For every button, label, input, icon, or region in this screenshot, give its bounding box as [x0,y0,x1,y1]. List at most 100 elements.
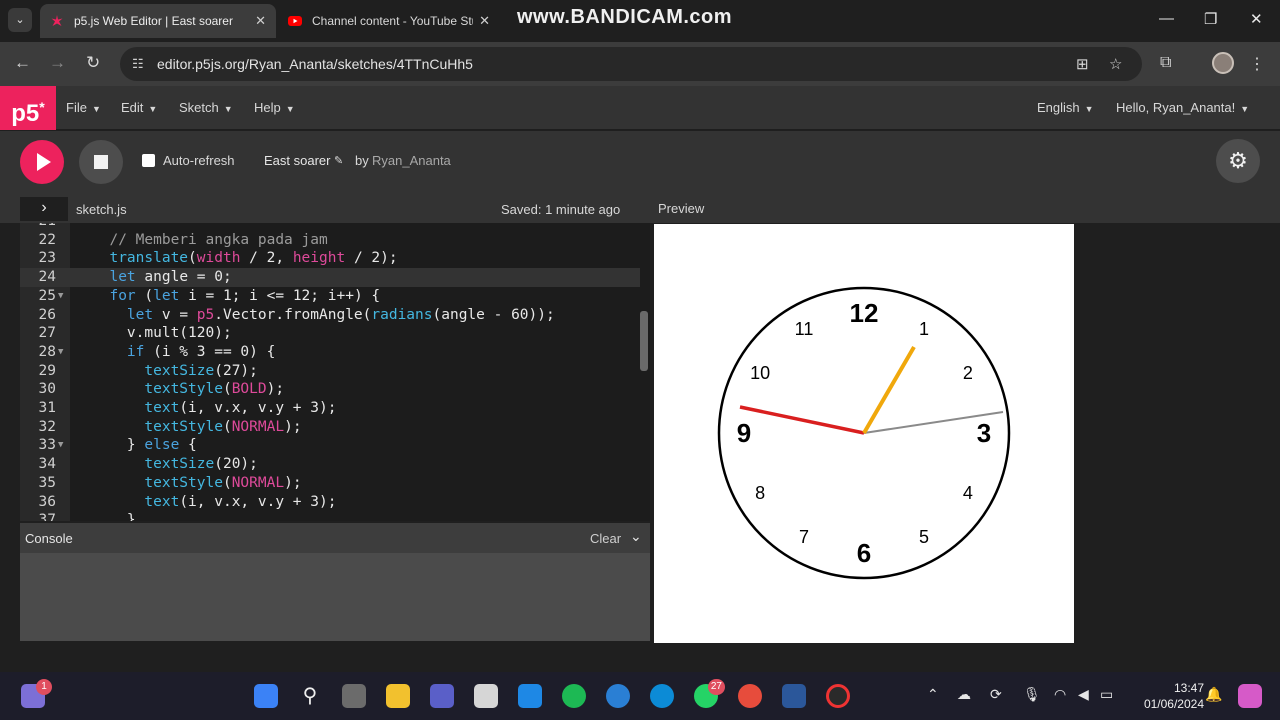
restore-icon[interactable]: ❐ [1204,10,1217,28]
url-text[interactable]: editor.p5js.org/Ryan_Ananta/sketches/4TT… [157,56,473,72]
language-label: English [1037,100,1080,115]
profile-avatar[interactable] [1212,52,1234,74]
code-line[interactable]: 34 textSize(20); [20,455,640,474]
clock-number-9: 9 [737,418,751,448]
spotify-icon[interactable] [562,684,586,708]
sidebar-expand-chevron-icon[interactable]: › [20,197,68,221]
code-text: textSize(20); [144,456,258,473]
reload-icon[interactable]: ↻ [86,53,100,73]
menu-file[interactable]: File ▼ [66,100,101,115]
code-line[interactable]: 30 textStyle(BOLD); [20,380,640,399]
search-icon[interactable]: ⚲ [298,684,322,708]
mail-app-icon[interactable]: 1 [21,679,52,708]
preview-canvas[interactable]: 12 1 2 3 4 5 6 7 8 9 10 11 [654,224,1074,643]
console-output [20,553,650,641]
console-clear-button[interactable]: Clear [590,531,621,546]
collapse-chevron-icon[interactable]: ⌄ [630,528,642,545]
tray-overflow-chevron-icon[interactable]: ⌃ [927,686,939,703]
code-line[interactable]: 28 ▼ if (i % 3 == 0) { [20,343,640,362]
clock-number-4: 4 [963,483,973,503]
tab-p5-editor[interactable]: p5.js Web Editor | East soarer ✕ [40,4,276,38]
extensions-icon[interactable]: ⧉ [1160,54,1171,72]
account-menu[interactable]: Hello, Ryan_Ananta! ▼ [1116,100,1249,115]
edit-pencil-icon[interactable]: ✎ [334,154,343,167]
edge-icon[interactable] [650,684,674,708]
close-tab-icon[interactable]: ✕ [255,13,266,29]
store-icon[interactable] [474,684,498,708]
settings-gear-icon[interactable]: ⚙ [1216,139,1260,183]
sync-icon[interactable]: ⟳ [990,686,1002,703]
console-label: Console [25,531,73,546]
chrome-icon[interactable] [738,684,762,708]
notification-bell-icon[interactable]: 🔔 [1205,686,1222,703]
close-window-icon[interactable]: ✕ [1250,10,1263,28]
preview-label: Preview [658,201,705,216]
code-line[interactable]: 25 ▼ for (let i = 1; i <= 12; i++) { [20,287,640,306]
clock-number-12: 12 [850,298,879,328]
wifi-icon[interactable]: ◠ [1054,686,1066,703]
code-line[interactable]: 33 ▼ } else { [20,436,640,455]
code-line[interactable]: 31 text(i, v.x, v.y + 3); [20,399,640,418]
fold-arrow-icon[interactable]: ▼ [58,436,63,455]
back-icon[interactable]: ← [14,53,31,73]
cloud-icon[interactable]: ☁ [957,686,971,703]
close-tab-icon[interactable]: ✕ [479,13,490,29]
copilot-icon[interactable] [1238,684,1262,708]
code-line[interactable]: 22 // Memberi angka pada jam [20,231,640,250]
battery-icon[interactable]: ▭ [1100,686,1113,703]
play-button[interactable] [20,140,64,184]
site-info-icon[interactable]: ☷ [132,56,144,72]
messenger-icon[interactable] [606,684,630,708]
line-number: 23 [38,250,56,267]
menu-help[interactable]: Help ▼ [254,100,295,115]
tab-search-button[interactable]: ⌄ [8,8,32,32]
tab-youtube-studio[interactable]: Channel content - YouTube Stu ✕ [278,4,500,38]
line-number: 27 [38,325,56,342]
clock-time[interactable]: 13:47 [1166,681,1204,695]
code-line[interactable]: 27 v.mult(120); [20,324,640,343]
code-editor[interactable]: 2122 // Memberi angka pada jam23 transla… [20,223,650,521]
line-number: 34 [38,456,56,473]
minimize-icon[interactable]: — [1159,10,1174,27]
file-explorer-icon[interactable] [386,684,410,708]
address-bar[interactable]: ☷ editor.p5js.org/Ryan_Ananta/sketches/4… [120,47,1142,81]
line-number: 31 [38,400,56,416]
microphone-icon[interactable]: 🎙 [1023,686,1041,703]
author-link[interactable]: Ryan_Ananta [372,153,451,168]
whatsapp-icon[interactable]: 27 [694,679,725,708]
language-menu[interactable]: English ▼ [1037,100,1094,115]
fold-arrow-icon[interactable]: ▼ [58,343,63,362]
bandicam-icon[interactable] [826,684,850,708]
forward-icon[interactable]: → [49,53,66,73]
code-line[interactable]: 32 textStyle(NORMAL); [20,418,640,437]
code-line[interactable]: 35 textStyle(NORMAL); [20,474,640,493]
sketch-name[interactable]: East soarer [264,153,330,168]
fold-arrow-icon[interactable]: ▼ [58,287,63,306]
menu-edit[interactable]: Edit ▼ [121,100,157,115]
browser-menu-icon[interactable]: ⋮ [1249,54,1265,74]
bookmark-star-icon[interactable]: ☆ [1109,55,1122,73]
editor-scrollbar[interactable] [640,311,648,371]
translate-icon[interactable]: ⊞ [1076,55,1089,73]
stop-button[interactable] [79,140,123,184]
clock-date[interactable]: 01/06/2024 [1130,697,1204,711]
clock-number-10: 10 [750,363,770,383]
code-text: v.mult(120); [92,325,232,342]
menu-label: Edit [121,100,144,115]
myhp-icon[interactable] [518,684,542,708]
volume-icon[interactable]: ◀ [1078,686,1089,703]
menu-sketch[interactable]: Sketch ▼ [179,100,233,115]
code-line[interactable]: 26 let v = p5.Vector.fromAngle(radians(a… [20,306,640,325]
p5-asterisk-icon [51,15,63,26]
teams-icon[interactable] [430,684,454,708]
code-line[interactable]: 29 textSize(27); [20,362,640,381]
auto-refresh-checkbox[interactable] [142,154,155,167]
code-line[interactable]: 23 translate(width / 2, height / 2); [20,249,640,268]
word-icon[interactable] [782,684,806,708]
code-line[interactable]: 36 text(i, v.x, v.y + 3); [20,493,640,512]
task-view-icon[interactable] [342,684,366,708]
p5-logo[interactable]: p5* [0,86,56,130]
code-line[interactable]: 24 let angle = 0; [20,268,640,288]
code-line[interactable]: 37 } [20,511,640,521]
windows-start-icon[interactable] [254,684,278,708]
